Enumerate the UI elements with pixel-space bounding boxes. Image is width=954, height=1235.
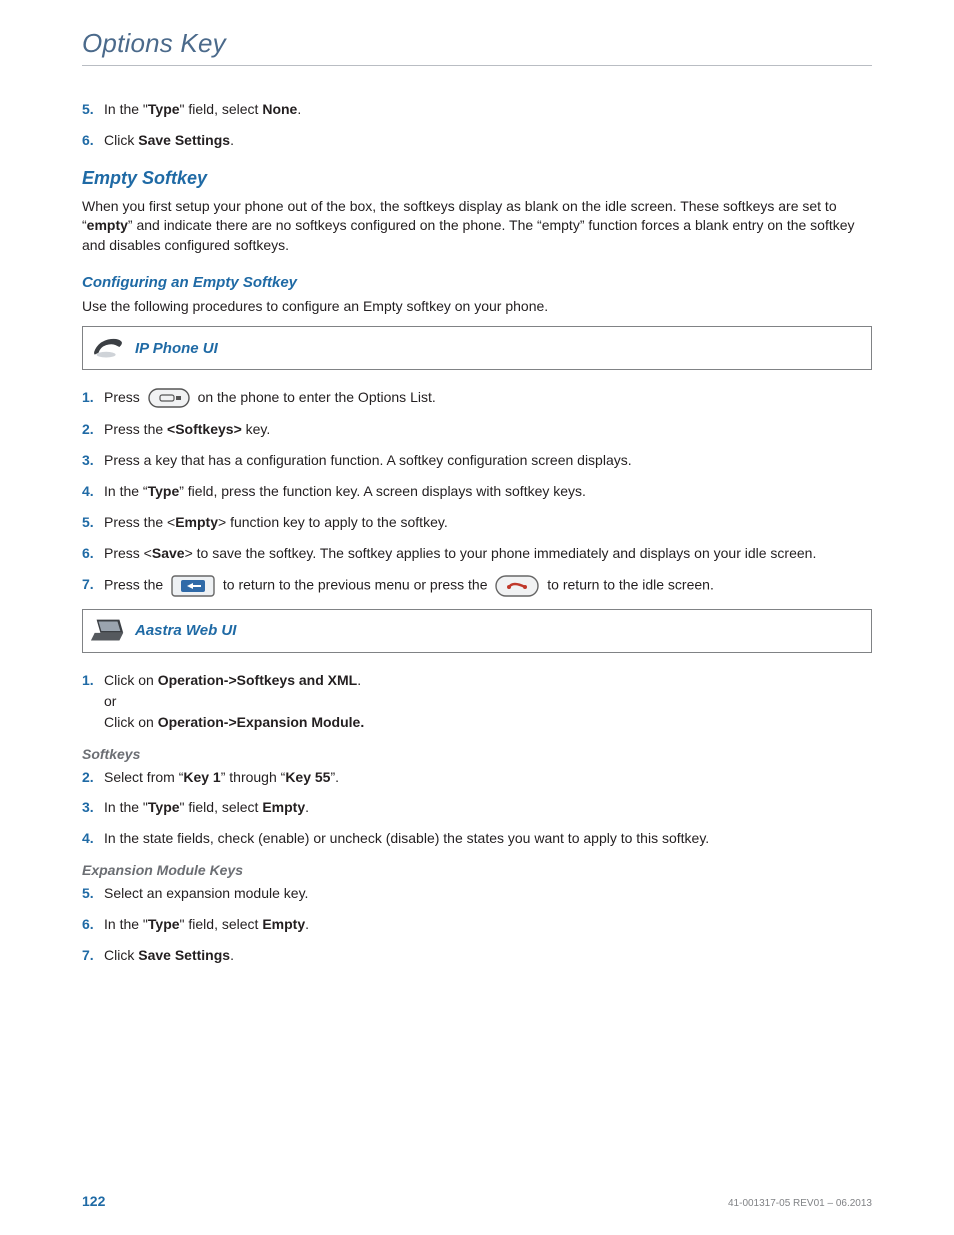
callout-aastra-web-ui: Aastra Web UI xyxy=(82,609,872,653)
page-header: Options Key xyxy=(82,28,872,66)
section-heading-empty-softkey: Empty Softkey xyxy=(82,168,872,189)
step-text: In the state fields, check (enable) or u… xyxy=(104,829,872,848)
step-number: 2. xyxy=(82,420,104,439)
or-text: or xyxy=(104,692,872,711)
step-text: In the "Type" field, select None. xyxy=(104,100,872,119)
step-number: 4. xyxy=(82,829,104,848)
list-item: 4. In the “Type” field, press the functi… xyxy=(82,482,872,501)
step-text: In the "Type" field, select Empty. xyxy=(104,798,872,817)
callout-ip-phone-ui: IP Phone UI xyxy=(82,326,872,370)
list-item: 5. In the "Type" field, select None. xyxy=(82,100,872,119)
step-number: 4. xyxy=(82,482,104,501)
options-key-icon xyxy=(148,388,190,408)
step-text: Select from “Key 1” through “Key 55”. xyxy=(104,768,872,787)
callout-label: Aastra Web UI xyxy=(135,622,236,639)
phone-handset-icon xyxy=(89,333,127,363)
step-text: Press a key that has a configuration fun… xyxy=(104,451,872,470)
step-text: Press <Save> to save the softkey. The so… xyxy=(104,544,872,563)
list-item: 6. Press <Save> to save the softkey. The… xyxy=(82,544,872,563)
step-number: 3. xyxy=(82,451,104,470)
list-item: 1. Press on the phone to enter the Optio… xyxy=(82,388,872,408)
step-text: Click on Operation->Softkeys and XML. or… xyxy=(104,671,872,732)
step-text: Click Save Settings. xyxy=(104,946,872,965)
step-number: 5. xyxy=(82,513,104,532)
subheading-softkeys: Softkeys xyxy=(82,746,872,762)
step-number: 1. xyxy=(82,388,104,407)
goodbye-key-icon xyxy=(495,575,539,597)
step-number: 5. xyxy=(82,100,104,119)
step-list-web-expansion: 5. Select an expansion module key. 6. In… xyxy=(82,884,872,965)
step-text: In the "Type" field, select Empty. xyxy=(104,915,872,934)
document-reference: 41-001317-05 REV01 – 06.2013 xyxy=(728,1198,872,1209)
page-number: 122 xyxy=(82,1193,105,1209)
list-item: 3. Press a key that has a configuration … xyxy=(82,451,872,470)
back-arrow-key-icon xyxy=(171,575,215,597)
laptop-icon xyxy=(89,616,127,646)
step-number: 6. xyxy=(82,915,104,934)
list-item: 3. In the "Type" field, select Empty. xyxy=(82,798,872,817)
callout-label: IP Phone UI xyxy=(135,340,218,357)
list-item: 2. Press the <Softkeys> key. xyxy=(82,420,872,439)
step-number: 5. xyxy=(82,884,104,903)
subsection-heading-configuring: Configuring an Empty Softkey xyxy=(82,274,872,291)
list-item: 2. Select from “Key 1” through “Key 55”. xyxy=(82,768,872,787)
step-text: In the “Type” field, press the function … xyxy=(104,482,872,501)
page-footer: 122 41-001317-05 REV01 – 06.2013 xyxy=(82,1193,872,1209)
list-item: 4. In the state fields, check (enable) o… xyxy=(82,829,872,848)
document-page: Options Key 5. In the "Type" field, sele… xyxy=(0,0,954,1235)
list-item: 5. Select an expansion module key. xyxy=(82,884,872,903)
list-item: 1. Click on Operation->Softkeys and XML.… xyxy=(82,671,872,732)
page-title: Options Key xyxy=(82,28,872,59)
step-list-ip-phone: 1. Press on the phone to enter the Optio… xyxy=(82,388,872,597)
step-text: Select an expansion module key. xyxy=(104,884,872,903)
subheading-expansion-module-keys: Expansion Module Keys xyxy=(82,862,872,878)
list-item: 6. Click Save Settings. xyxy=(82,131,872,150)
step-number: 6. xyxy=(82,131,104,150)
list-item: 6. In the "Type" field, select Empty. xyxy=(82,915,872,934)
step-number: 3. xyxy=(82,798,104,817)
step-list-web-ui: 1. Click on Operation->Softkeys and XML.… xyxy=(82,671,872,732)
step-text: Press the <Softkeys> key. xyxy=(104,420,872,439)
list-item: 7. Click Save Settings. xyxy=(82,946,872,965)
step-text: Press the <Empty> function key to apply … xyxy=(104,513,872,532)
step-number: 1. xyxy=(82,671,104,690)
subsection-paragraph: Use the following procedures to configur… xyxy=(82,297,872,317)
step-list-web-softkeys: 2. Select from “Key 1” through “Key 55”.… xyxy=(82,768,872,849)
list-item: 7. Press the to return to the previous m… xyxy=(82,575,872,597)
list-item: 5. Press the <Empty> function key to app… xyxy=(82,513,872,532)
step-number: 6. xyxy=(82,544,104,563)
step-number: 7. xyxy=(82,946,104,965)
step-number: 7. xyxy=(82,575,104,594)
step-text: Click Save Settings. xyxy=(104,131,872,150)
step-list-continuation: 5. In the "Type" field, select None. 6. … xyxy=(82,100,872,150)
step-text: Press the to return to the previous menu… xyxy=(104,575,872,597)
step-number: 2. xyxy=(82,768,104,787)
section-paragraph: When you first setup your phone out of t… xyxy=(82,197,872,256)
step-text: Press on the phone to enter the Options … xyxy=(104,388,872,408)
